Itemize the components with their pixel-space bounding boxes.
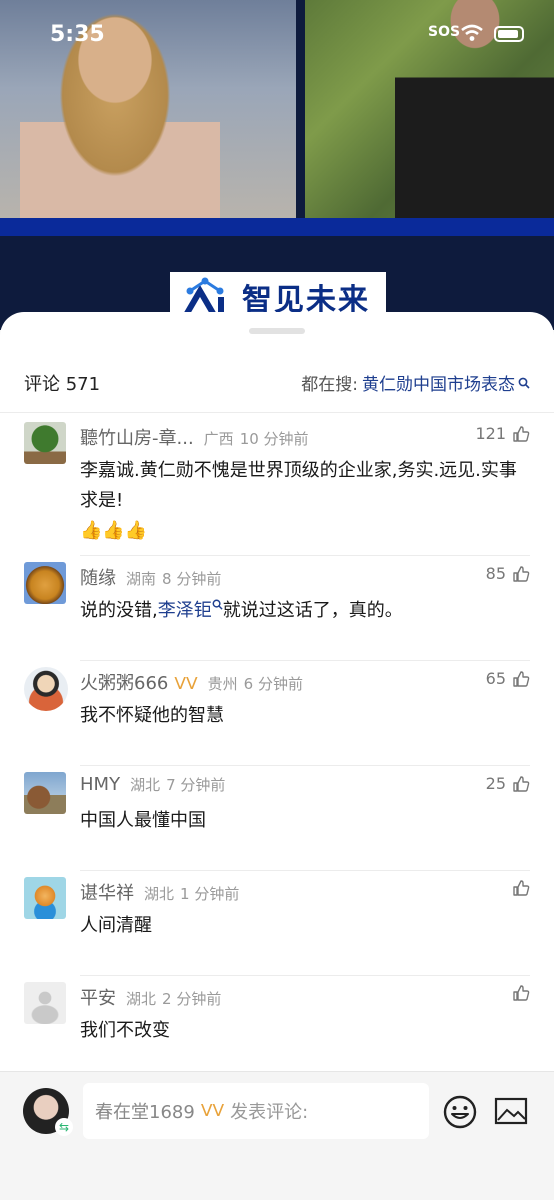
comment-time: 1 分钟前 [180,885,240,903]
comment-item: 火粥粥666 ᐯᐯ 贵州 6 分钟前 65 我不怀疑他的智慧 [24,661,530,766]
status-bar: 5:35 SOS [0,0,554,70]
comment-author[interactable]: 谌华祥 [80,879,134,905]
like-button[interactable]: 65 [486,669,530,688]
thumbs-up-icon [513,425,530,442]
thumbs-up-icon [513,565,530,582]
comment-location: 湖南 [126,570,157,588]
comment-time: 8 分钟前 [162,570,222,588]
comment-body: 李嘉诚.黄仁勋不愧是世界顶级的企业家,务实.远见.实事求是! [80,460,517,511]
comment-item: 平安 湖北 2 分钟前 我们不改变 [24,976,530,1081]
comment-count: 评论 571 [24,374,101,395]
like-count: 65 [485,669,506,688]
comment-time: 7 分钟前 [166,776,226,794]
comment-text: 人间清醒 [80,915,152,936]
comment-text: 我不怀疑他的智慧 [80,705,224,726]
comment-time: 2 分钟前 [162,990,222,1008]
status-time: 5:35 [50,22,105,47]
thumbs-up-icon [513,880,530,896]
comment-meta: 平安 湖北 2 分钟前 [80,984,221,1010]
comment-item: 谌华祥 湖北 1 分钟前 人间清醒 [24,871,530,976]
mention-link[interactable]: 李泽钜 [158,600,212,621]
search-icon [518,377,530,389]
comment-input[interactable]: 春在堂1689 ᐯᐯ 发表评论: [83,1083,429,1139]
comment-time: 6 分钟前 [243,675,303,693]
comment-meta: 聽竹山房-章... 广西 10 分钟前 [80,424,309,450]
search-term-link[interactable]: 黄仁勋中国市场表态 [362,370,515,395]
comment-text: 中国人最懂中国 [80,810,206,831]
avatar[interactable] [24,667,68,711]
trending-search[interactable]: 都在搜: 黄仁勋中国市场表态 [301,370,530,395]
like-count: 85 [485,564,506,583]
like-button[interactable] [506,879,530,897]
thumbs-up-icon [513,985,530,1001]
comment-author[interactable]: HMY [80,774,120,795]
composer-username: 春在堂1689 [95,1102,195,1123]
comment-author[interactable]: 火粥粥666 [80,669,168,695]
ai-logo-icon [183,277,224,317]
comment-item: HMY 湖北 7 分钟前 25 中国人最懂中国 [24,766,530,871]
like-count: 121 [475,424,506,443]
comment-text: 说的没错,李泽钜 就说过这话了，真的。 [80,596,530,626]
default-avatar-icon[interactable] [24,982,66,1024]
comment-text: 我们不改变 [80,1020,170,1041]
search-prefix: 都在搜: [301,375,358,395]
comment-location: 湖北 [144,885,175,903]
like-count: 25 [485,774,506,793]
thumbs-up-icon [513,775,530,792]
sos-indicator: SOS [428,24,461,40]
search-icon [212,599,223,610]
battery-icon [494,26,524,42]
like-button[interactable]: 121 [475,424,530,443]
avatar[interactable] [24,562,66,604]
comment-location: 贵州 [207,675,238,693]
comment-location: 广西 [203,430,234,448]
comment-location: 湖北 [130,776,161,794]
comment-meta: HMY 湖北 7 分钟前 [80,774,225,795]
comment-body-start: 说的没错, [80,600,158,621]
comment-list: 聽竹山房-章... 广西 10 分钟前 121 李嘉诚.黄仁勋不愧是世界顶级的企… [0,416,554,1081]
smiley-icon[interactable] [442,1094,478,1130]
video-band [0,218,554,236]
image-icon[interactable] [494,1094,528,1128]
comment-meta: 谌华祥 湖北 1 分钟前 [80,879,239,905]
avatar[interactable] [24,422,66,464]
comment-composer: ⇆ 春在堂1689 ᐯᐯ 发表评论: [0,1071,554,1200]
comment-item: 聽竹山房-章... 广西 10 分钟前 121 李嘉诚.黄仁勋不愧是世界顶级的企… [24,416,530,556]
thumbs-up-icon [513,670,530,687]
comment-sheet: 评论 571 都在搜: 黄仁勋中国市场表态 聽竹山房-章... 广西 10 分钟… [0,312,554,1199]
comment-author[interactable]: 平安 [80,984,116,1010]
comment-body-end: 就说过这话了，真的。 [222,600,403,621]
comment-item: 随缘 湖南 8 分钟前 85 说的没错,李泽钜 就说过这话了，真的。 [24,556,530,661]
avatar[interactable] [24,877,66,919]
wifi-icon [461,24,483,41]
comment-text: 李嘉诚.黄仁勋不愧是世界顶级的企业家,务实.远见.实事求是! 👍👍👍 [80,456,530,546]
divider [0,412,554,413]
comment-meta: 火粥粥666 ᐯᐯ 贵州 6 分钟前 [80,669,303,695]
comment-author[interactable]: 聽竹山房-章... [80,424,194,450]
thumbs-emoji: 👍👍👍 [80,520,148,541]
sheet-grabber[interactable] [249,328,305,334]
comment-time: 10 分钟前 [239,430,309,448]
avatar[interactable] [24,772,66,814]
my-avatar[interactable]: ⇆ [23,1088,73,1136]
vip-badge-icon: ᐯᐯ [200,1101,225,1121]
like-button[interactable]: 25 [486,774,530,793]
like-button[interactable] [506,984,530,1002]
switch-account-icon[interactable]: ⇆ [55,1118,73,1136]
like-button[interactable]: 85 [486,564,530,583]
comment-placeholder: 发表评论: [230,1102,309,1123]
vip-badge-icon: ᐯᐯ [174,674,198,694]
comment-location: 湖北 [126,990,157,1008]
comment-author[interactable]: 随缘 [80,564,116,590]
comment-header: 评论 571 都在搜: 黄仁勋中国市场表态 [0,362,554,402]
comment-meta: 随缘 湖南 8 分钟前 [80,564,221,590]
